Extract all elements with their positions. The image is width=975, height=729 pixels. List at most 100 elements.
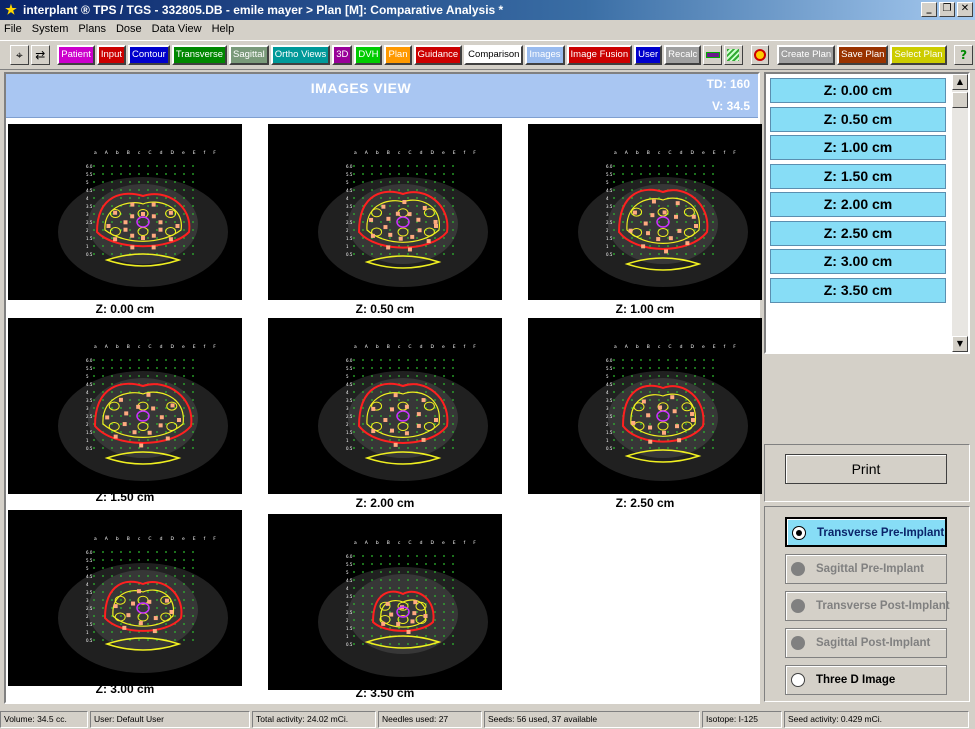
- z-slice-item[interactable]: Z: 3.00 cm: [770, 249, 946, 274]
- toolbar-create-plan-button[interactable]: Create Plan: [776, 45, 836, 65]
- toolbar-select-plan-button[interactable]: Select Plan: [890, 45, 947, 65]
- grid-row-label: 5: [606, 180, 609, 185]
- scroll-down-icon[interactable]: ▼: [952, 336, 968, 352]
- seed-marker: [662, 430, 667, 435]
- toolbar-input-button[interactable]: Input: [96, 45, 127, 65]
- ultrasound-image[interactable]: a A b B c C d D e E f F 6.0 5.5 5 4.5 4 3.5 3 2.…: [8, 124, 242, 300]
- toolbar-contour-button[interactable]: Contour: [128, 45, 170, 65]
- ultrasound-image[interactable]: a A b B c C d D e E f F 6.0 5.5 5 4.5 4 3.5 3 2.…: [528, 318, 762, 494]
- z-slice-item[interactable]: Z: 2.00 cm: [770, 192, 946, 217]
- seed-marker: [126, 613, 131, 618]
- seed-marker: [674, 214, 679, 219]
- scroll-up-icon[interactable]: ▲: [952, 74, 968, 90]
- toolbar-save-plan-button[interactable]: Save Plan: [837, 45, 889, 65]
- seed-marker: [685, 241, 690, 246]
- seed-marker: [159, 415, 164, 420]
- menu-data-view[interactable]: Data View: [152, 23, 202, 35]
- scroll-thumb[interactable]: [952, 92, 968, 108]
- grid-row-label: 1.5: [86, 622, 93, 627]
- seed-marker: [123, 220, 128, 225]
- toolbar-recalc-button[interactable]: Recalc: [664, 45, 702, 65]
- grid-row-label: 4.5: [606, 382, 613, 387]
- toolbar-ortho-views-button[interactable]: Ortho Views: [270, 45, 331, 65]
- seed-marker: [147, 599, 152, 604]
- grid-row-label: 5.5: [346, 172, 353, 177]
- toolbar-user-button[interactable]: User: [634, 45, 663, 65]
- seed-marker: [106, 224, 111, 228]
- seed-marker: [393, 393, 398, 398]
- seed-marker: [113, 237, 118, 242]
- volume-readout: V: 34.5: [711, 99, 750, 113]
- grid-row-label: 0.5: [86, 638, 93, 643]
- grid-row-label: 5: [346, 374, 349, 379]
- z-slice-item[interactable]: Z: 0.00 cm: [770, 78, 946, 103]
- grid-row-label: 5.5: [86, 558, 93, 563]
- menu-file[interactable]: File: [4, 23, 22, 35]
- toolbar-images-button[interactable]: Images: [525, 45, 565, 65]
- title-bar: ★ interplant ® TPS / TGS - 332805.DB - e…: [0, 0, 975, 20]
- toolbar-patient-button[interactable]: Patient: [57, 45, 95, 65]
- toolbar-guidance-button[interactable]: Guidance: [413, 45, 463, 65]
- help-icon[interactable]: ?: [954, 45, 973, 65]
- toolbar-dvh-button[interactable]: DVH: [354, 45, 383, 65]
- three-d-image-option[interactable]: Three D Image: [785, 665, 947, 695]
- toolbar-image-fusion-button[interactable]: Image Fusion: [566, 45, 633, 65]
- ultrasound-image[interactable]: a A b B c C d D e E f F 6.0 5.5 5 4.5 4 3.5 3 2.…: [8, 510, 242, 686]
- image-slice-label: Z: 2.50 cm: [615, 496, 675, 510]
- grid-column-labels: a A b B c C d D e E f F: [354, 150, 479, 156]
- seed-marker: [406, 629, 411, 634]
- ultrasound-image[interactable]: a A b B c C d D e E f F 6.0 5.5 5 4.5 4 3.5 3 2.…: [268, 124, 502, 300]
- z-slice-item[interactable]: Z: 0.50 cm: [770, 106, 946, 132]
- seed-marker: [136, 404, 141, 409]
- ultrasound-image[interactable]: a A b B c C d D e E f F 6.0 5.5 5 4.5 4 3.5 3 2.…: [8, 318, 242, 494]
- status-bar: Volume: 34.5 cc. User: Default User Tota…: [0, 710, 975, 729]
- z-list-scrollbar[interactable]: ▲ ▼: [952, 74, 968, 352]
- minimize-button[interactable]: _: [921, 2, 937, 17]
- z-slice-item[interactable]: Z: 1.50 cm: [770, 163, 946, 189]
- seed-marker: [158, 423, 163, 428]
- z-slice-item[interactable]: Z: 2.50 cm: [770, 220, 946, 246]
- grid-row-label: 1.5: [86, 430, 93, 435]
- toolbar-comparison-button[interactable]: Comparison: [464, 45, 524, 65]
- radio-indicator-icon: [791, 599, 805, 613]
- ultrasound-image[interactable]: a A b B c C d D e E f F 6.0 5.5 5 4.5 4 3.5 3 2.…: [528, 124, 762, 300]
- seed-marker: [136, 589, 141, 594]
- status-volume: Volume: 34.5 cc.: [0, 711, 88, 728]
- ultrasound-image[interactable]: a A b B c C d D e E f F 6.0 5.5 5 4.5 4 3.5 3 2.…: [268, 514, 502, 690]
- z-slice-item[interactable]: Z: 3.50 cm: [770, 277, 946, 303]
- seed-marker: [139, 443, 144, 448]
- ultrasound-image[interactable]: a A b B c C d D e E f F 6.0 5.5 5 4.5 4 3.5 3 2.…: [268, 318, 502, 494]
- radio-label: Sagittal Post-Implant: [816, 637, 931, 649]
- menu-help[interactable]: Help: [212, 23, 235, 35]
- toolbar-sagittal-button[interactable]: Sagittal: [229, 45, 269, 65]
- seed-marker: [123, 227, 128, 232]
- grid-lines-icon[interactable]: [724, 45, 743, 65]
- grid-column-labels: a A b B c C d D e E f F: [354, 540, 479, 546]
- images-view-title: IMAGES VIEW: [310, 80, 412, 96]
- grid-column-labels: a A b B c C d D e E f F: [614, 344, 739, 350]
- seed-marker: [631, 421, 636, 426]
- dose-line-icon[interactable]: [703, 45, 723, 65]
- target-icon[interactable]: [750, 45, 770, 65]
- print-button[interactable]: Print: [785, 454, 947, 484]
- menu-system[interactable]: System: [32, 23, 69, 35]
- toolbar-3d-button[interactable]: 3D: [332, 45, 353, 65]
- select-icon[interactable]: ⌖: [10, 45, 29, 65]
- seed-marker: [410, 619, 415, 624]
- transverse-pre-implant-option[interactable]: Transverse Pre-Implant: [785, 517, 947, 547]
- toolbar-plan-button[interactable]: Plan: [384, 45, 412, 65]
- restore-button[interactable]: ❐: [939, 2, 955, 17]
- menu-plans[interactable]: Plans: [78, 23, 106, 35]
- close-button[interactable]: ✕: [957, 2, 973, 17]
- z-slice-item[interactable]: Z: 1.00 cm: [770, 135, 946, 160]
- toolbar-transverse-button[interactable]: Transverse: [171, 45, 227, 65]
- transfer-icon[interactable]: ⇄: [30, 45, 50, 65]
- grid-row-label: 2.5: [606, 414, 613, 419]
- grid-row-label: 4.5: [346, 382, 353, 387]
- seed-marker: [433, 219, 438, 224]
- seed-marker: [113, 604, 118, 609]
- seed-marker: [662, 210, 667, 215]
- ultrasound-slice-svg: a A b B c C d D e E f F6.05.554.543.532.…: [58, 344, 228, 481]
- seed-marker: [641, 244, 646, 249]
- menu-dose[interactable]: Dose: [116, 23, 142, 35]
